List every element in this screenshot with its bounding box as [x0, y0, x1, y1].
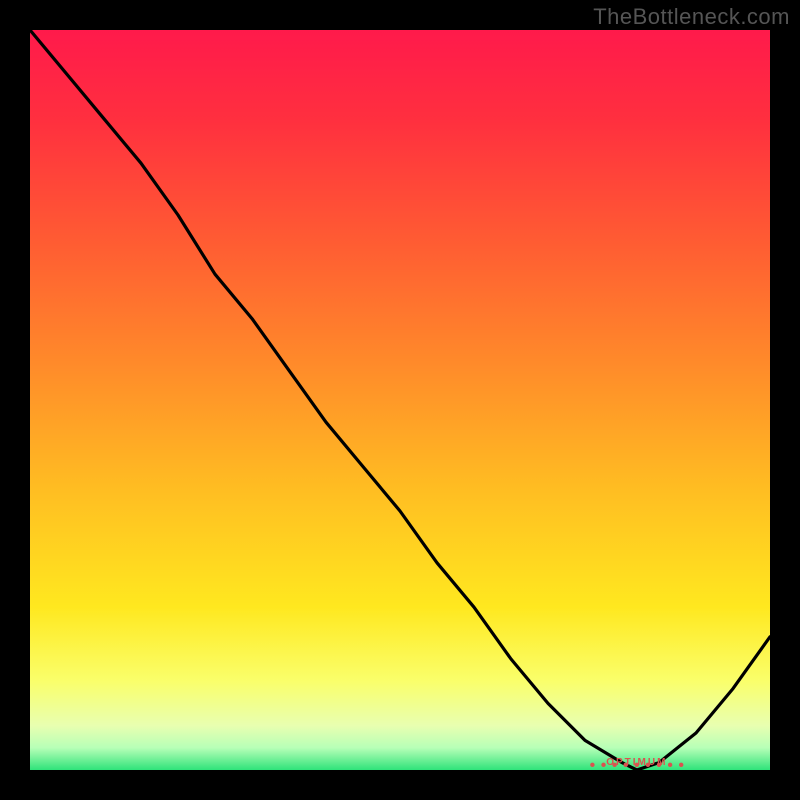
- gradient-background: [30, 30, 770, 770]
- plot-area: OPTIMUM: [30, 30, 770, 770]
- watermark-text: TheBottleneck.com: [593, 4, 790, 30]
- chart-frame: TheBottleneck.com OPTIMUM: [0, 0, 800, 800]
- bottleneck-curve-chart: [30, 30, 770, 770]
- optimum-marker-label: OPTIMUM: [592, 757, 682, 768]
